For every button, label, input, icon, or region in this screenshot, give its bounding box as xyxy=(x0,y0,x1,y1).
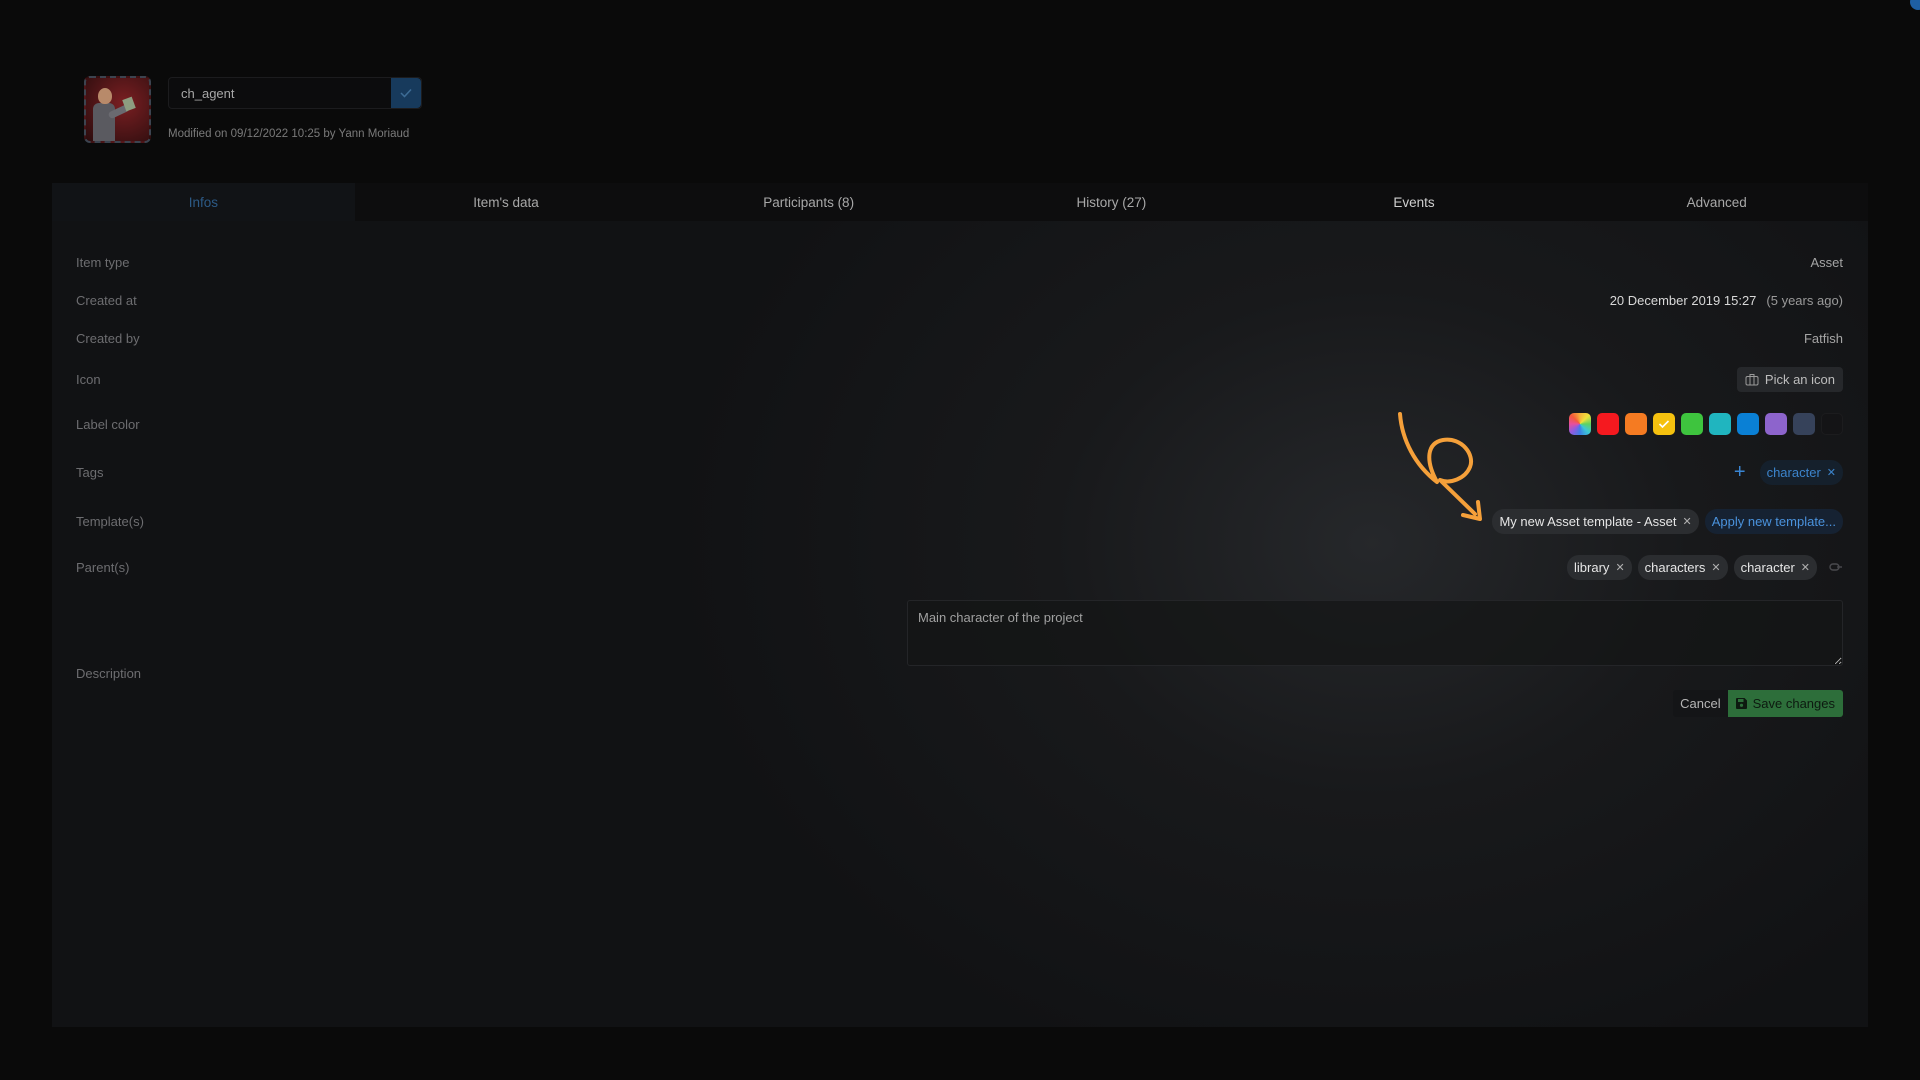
templates-value: My new Asset template - Asset ✕ Apply ne… xyxy=(1492,508,1843,534)
field-label: Tags xyxy=(76,464,104,480)
tab-items-data[interactable]: Item's data xyxy=(355,183,658,221)
tag-label: character xyxy=(1766,464,1821,480)
selected-check-icon xyxy=(1658,420,1670,429)
remove-parent-icon[interactable]: ✕ xyxy=(1615,561,1624,574)
color-swatch-slate[interactable] xyxy=(1793,413,1815,435)
thumbnail-figure-body xyxy=(93,103,115,141)
tags-value: + character ✕ xyxy=(1734,459,1843,485)
item-details-panel: Infos Item's data Participants (8) Histo… xyxy=(52,183,1868,1027)
field-templates: Template(s) My new Asset template - Asse… xyxy=(52,508,1868,534)
field-created-at: Created at 20 December 2019 15:27 (5 yea… xyxy=(52,290,1868,310)
tab-infos[interactable]: Infos xyxy=(52,183,355,221)
color-swatches xyxy=(1569,413,1843,435)
field-created-by: Created by Fatfish xyxy=(52,328,1868,348)
color-swatch-purple[interactable] xyxy=(1765,413,1787,435)
parent-label: characters xyxy=(1644,559,1706,575)
save-changes-button[interactable]: Save changes xyxy=(1727,690,1843,717)
pick-icon-label: Pick an icon xyxy=(1764,372,1835,387)
pick-icon-button[interactable]: Pick an icon xyxy=(1736,367,1843,392)
color-swatch-red[interactable] xyxy=(1597,413,1619,435)
remove-template-icon[interactable]: ✕ xyxy=(1682,515,1691,528)
color-swatch-yellow[interactable] xyxy=(1653,413,1675,435)
color-swatch-teal[interactable] xyxy=(1709,413,1731,435)
thumbnail-figure-head xyxy=(98,88,112,104)
field-parents: Parent(s) library ✕ characters ✕ charact… xyxy=(52,554,1868,580)
tab-advanced[interactable]: Advanced xyxy=(1565,183,1868,221)
check-icon xyxy=(400,88,412,98)
color-swatch-green[interactable] xyxy=(1681,413,1703,435)
field-tags: Tags + character ✕ xyxy=(52,459,1868,485)
field-label: Label color xyxy=(76,416,140,432)
field-label-color: Label color xyxy=(52,411,1868,437)
tab-events[interactable]: Events xyxy=(1263,183,1566,221)
parent-chip: characters ✕ xyxy=(1637,554,1728,580)
field-label: Created at xyxy=(76,292,137,308)
parent-label: character xyxy=(1740,559,1795,575)
save-changes-label: Save changes xyxy=(1752,696,1835,711)
field-label: Created by xyxy=(76,330,140,346)
template-label: My new Asset template - Asset xyxy=(1499,513,1677,529)
field-label: Item type xyxy=(76,254,130,270)
created-at-value: 20 December 2019 15:27 (5 years ago) xyxy=(1610,293,1843,308)
field-icon: Icon Pick an icon xyxy=(52,367,1868,392)
created-at-date: 20 December 2019 15:27 xyxy=(1609,292,1757,308)
cancel-button[interactable]: Cancel xyxy=(1673,690,1728,717)
tag-chip: character ✕ xyxy=(1759,459,1843,485)
item-name-field xyxy=(168,77,422,109)
parent-label: library xyxy=(1574,559,1610,575)
color-swatch-blue[interactable] xyxy=(1737,413,1759,435)
field-label: Description xyxy=(76,665,142,681)
tab-participants[interactable]: Participants (8) xyxy=(657,183,960,221)
created-at-relative: (5 years ago) xyxy=(1766,292,1843,308)
created-by-text: Fatfish xyxy=(1803,330,1843,346)
field-label: Icon xyxy=(76,372,101,387)
item-type-value: Asset xyxy=(1810,255,1843,270)
item-thumbnail[interactable] xyxy=(84,76,151,143)
field-label: Template(s) xyxy=(76,513,144,529)
template-chip: My new Asset template - Asset ✕ xyxy=(1492,508,1699,534)
label-color-picker xyxy=(1569,413,1843,435)
confirm-name-button[interactable] xyxy=(391,78,421,108)
remove-tag-icon[interactable]: ✕ xyxy=(1827,466,1836,479)
created-by-value: Fatfish xyxy=(1804,331,1843,346)
status-indicator xyxy=(1910,0,1920,10)
add-tag-button[interactable]: + xyxy=(1734,462,1746,482)
icon-value: Pick an icon xyxy=(1736,367,1843,392)
add-parent-link-icon[interactable] xyxy=(1829,562,1843,572)
apply-template-button[interactable]: Apply new template... xyxy=(1704,508,1843,534)
field-description: Description xyxy=(52,663,1868,683)
item-type-text: Asset xyxy=(1810,254,1843,270)
parent-chip: character ✕ xyxy=(1733,554,1817,580)
floppy-disk-icon xyxy=(1735,698,1747,709)
remove-parent-icon[interactable]: ✕ xyxy=(1801,561,1810,574)
field-label: Parent(s) xyxy=(76,559,130,575)
field-item-type: Item type Asset xyxy=(52,252,1868,272)
modified-info: Modified on 09/12/2022 10:25 by Yann Mor… xyxy=(168,128,410,140)
description-textarea[interactable]: Main character of the project xyxy=(907,600,1843,666)
item-name-input[interactable] xyxy=(169,78,391,108)
tab-history[interactable]: History (27) xyxy=(960,183,1263,221)
form-actions: Cancel Save changes xyxy=(1673,690,1843,717)
color-swatch-black[interactable] xyxy=(1821,413,1843,435)
color-swatch-orange[interactable] xyxy=(1625,413,1647,435)
parents-value: library ✕ characters ✕ character ✕ xyxy=(1567,554,1843,580)
color-swatch-rainbow[interactable] xyxy=(1569,413,1591,435)
parent-chip: library ✕ xyxy=(1567,554,1632,580)
briefcase-icon xyxy=(1745,374,1759,386)
remove-parent-icon[interactable]: ✕ xyxy=(1711,561,1720,574)
tab-bar: Infos Item's data Participants (8) Histo… xyxy=(52,183,1868,221)
